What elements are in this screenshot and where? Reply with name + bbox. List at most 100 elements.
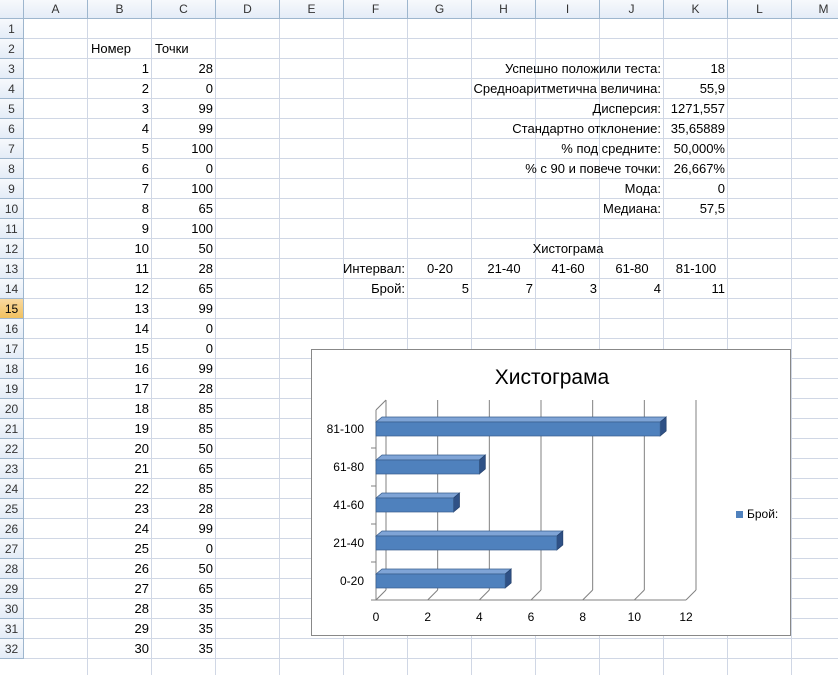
row-header-31[interactable]: 31 [0, 619, 24, 639]
points-cell[interactable]: 35 [152, 599, 216, 619]
number-cell[interactable]: 15 [88, 339, 152, 359]
interval-cell[interactable]: 0-20 [408, 259, 472, 279]
row-header-32[interactable]: 32 [0, 639, 24, 659]
points-cell[interactable]: 99 [152, 519, 216, 539]
row-header-21[interactable]: 21 [0, 419, 24, 439]
column-header-g[interactable]: G [408, 0, 472, 19]
points-cell[interactable]: 0 [152, 339, 216, 359]
number-cell[interactable]: 3 [88, 99, 152, 119]
stat-label-cell[interactable]: % с 90 и повече точки: [280, 159, 664, 179]
row-header-23[interactable]: 23 [0, 459, 24, 479]
row-header-1[interactable]: 1 [0, 19, 24, 39]
stat-label-cell[interactable]: % под средните: [280, 139, 664, 159]
histogram-title-cell[interactable]: Хистограма [408, 239, 728, 259]
points-cell[interactable]: 65 [152, 459, 216, 479]
column-header-d[interactable]: D [216, 0, 280, 19]
row-header-17[interactable]: 17 [0, 339, 24, 359]
points-cell[interactable]: 28 [152, 499, 216, 519]
row-header-25[interactable]: 25 [0, 499, 24, 519]
number-cell[interactable]: 13 [88, 299, 152, 319]
row-header-11[interactable]: 11 [0, 219, 24, 239]
row-header-7[interactable]: 7 [0, 139, 24, 159]
points-cell[interactable]: 0 [152, 319, 216, 339]
column-header-e[interactable]: E [280, 0, 344, 19]
stat-value-cell[interactable]: 50,000% [664, 139, 728, 159]
number-cell[interactable]: 27 [88, 579, 152, 599]
column-header-j[interactable]: J [600, 0, 664, 19]
stat-label-cell[interactable]: Успешно положили теста: [280, 59, 664, 79]
interval-cell[interactable]: 61-80 [600, 259, 664, 279]
points-cell[interactable]: 65 [152, 579, 216, 599]
count-cell[interactable]: 5 [408, 279, 472, 299]
points-cell[interactable]: 0 [152, 79, 216, 99]
number-cell[interactable]: 29 [88, 619, 152, 639]
points-cell[interactable]: 99 [152, 99, 216, 119]
points-cell[interactable]: 50 [152, 239, 216, 259]
stat-value-cell[interactable]: 57,5 [664, 199, 728, 219]
points-cell[interactable]: 50 [152, 559, 216, 579]
row-header-10[interactable]: 10 [0, 199, 24, 219]
row-header-29[interactable]: 29 [0, 579, 24, 599]
header-tochki-cell[interactable]: Точки [152, 39, 216, 59]
column-header-l[interactable]: L [728, 0, 792, 19]
number-cell[interactable]: 6 [88, 159, 152, 179]
points-cell[interactable]: 28 [152, 59, 216, 79]
row-header-26[interactable]: 26 [0, 519, 24, 539]
points-cell[interactable]: 35 [152, 619, 216, 639]
number-cell[interactable]: 21 [88, 459, 152, 479]
number-cell[interactable]: 4 [88, 119, 152, 139]
row-header-8[interactable]: 8 [0, 159, 24, 179]
row-header-27[interactable]: 27 [0, 539, 24, 559]
number-cell[interactable]: 22 [88, 479, 152, 499]
points-cell[interactable]: 28 [152, 379, 216, 399]
count-label-cell[interactable]: Брой: [280, 279, 408, 299]
select-all-corner[interactable] [0, 0, 24, 19]
points-cell[interactable]: 99 [152, 299, 216, 319]
interval-cell[interactable]: 41-60 [536, 259, 600, 279]
row-header-5[interactable]: 5 [0, 99, 24, 119]
number-cell[interactable]: 19 [88, 419, 152, 439]
column-header-f[interactable]: F [344, 0, 408, 19]
row-header-30[interactable]: 30 [0, 599, 24, 619]
number-cell[interactable]: 16 [88, 359, 152, 379]
row-header-28[interactable]: 28 [0, 559, 24, 579]
row-header-20[interactable]: 20 [0, 399, 24, 419]
row-header-15[interactable]: 15 [0, 299, 24, 319]
number-cell[interactable]: 24 [88, 519, 152, 539]
header-nomer-cell[interactable]: Номер [88, 39, 152, 59]
stat-value-cell[interactable]: 18 [664, 59, 728, 79]
number-cell[interactable]: 7 [88, 179, 152, 199]
interval-cell[interactable]: 81-100 [664, 259, 728, 279]
number-cell[interactable]: 18 [88, 399, 152, 419]
number-cell[interactable]: 20 [88, 439, 152, 459]
row-header-12[interactable]: 12 [0, 239, 24, 259]
interval-cell[interactable]: 21-40 [472, 259, 536, 279]
points-cell[interactable]: 100 [152, 219, 216, 239]
stat-value-cell[interactable]: 0 [664, 179, 728, 199]
row-header-18[interactable]: 18 [0, 359, 24, 379]
row-header-9[interactable]: 9 [0, 179, 24, 199]
column-header-a[interactable]: A [24, 0, 88, 19]
points-cell[interactable]: 100 [152, 179, 216, 199]
number-cell[interactable]: 26 [88, 559, 152, 579]
number-cell[interactable]: 23 [88, 499, 152, 519]
points-cell[interactable]: 85 [152, 399, 216, 419]
histogram-chart[interactable]: Хистограма 0 2 4 6 8 10 12 0-20 21-40 41-60 61-80 81… [311, 349, 791, 636]
number-cell[interactable]: 1 [88, 59, 152, 79]
points-cell[interactable]: 35 [152, 639, 216, 659]
row-header-19[interactable]: 19 [0, 379, 24, 399]
count-cell[interactable]: 3 [536, 279, 600, 299]
count-cell[interactable]: 11 [664, 279, 728, 299]
stat-value-cell[interactable]: 35,65889 [664, 119, 728, 139]
stat-label-cell[interactable]: Дисперсия: [280, 99, 664, 119]
column-header-c[interactable]: C [152, 0, 216, 19]
number-cell[interactable]: 12 [88, 279, 152, 299]
stat-value-cell[interactable]: 55,9 [664, 79, 728, 99]
number-cell[interactable]: 17 [88, 379, 152, 399]
column-header-b[interactable]: B [88, 0, 152, 19]
number-cell[interactable]: 11 [88, 259, 152, 279]
row-header-2[interactable]: 2 [0, 39, 24, 59]
row-header-13[interactable]: 13 [0, 259, 24, 279]
number-cell[interactable]: 9 [88, 219, 152, 239]
row-header-24[interactable]: 24 [0, 479, 24, 499]
